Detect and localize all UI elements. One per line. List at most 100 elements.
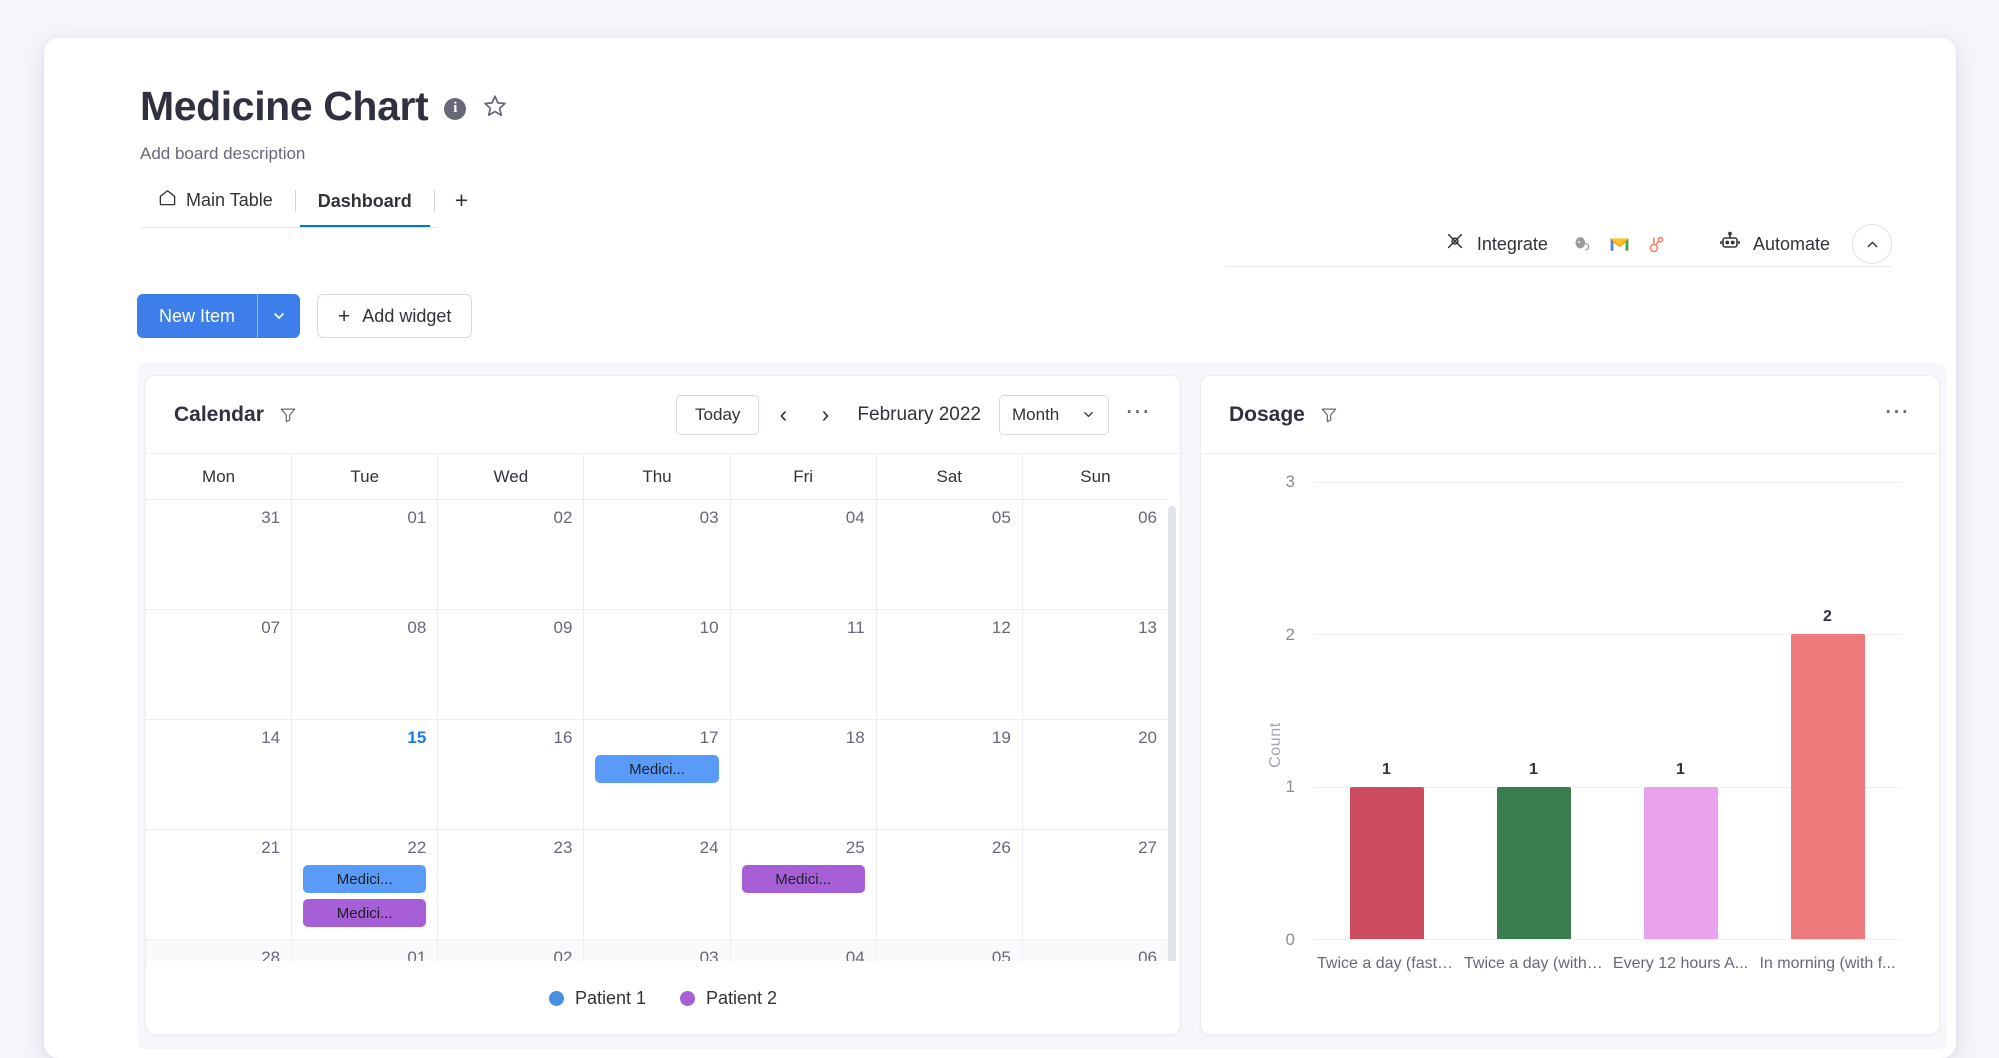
next-month-button[interactable]: › xyxy=(807,397,843,433)
info-icon[interactable]: i xyxy=(444,97,467,120)
chart-bar-column[interactable]: 1 xyxy=(1313,482,1460,939)
calendar-week-row: 14 15 16 17 Medici... 18 19 20 xyxy=(146,720,1168,830)
calendar-day-cell[interactable]: 01 xyxy=(292,500,439,610)
star-icon[interactable] xyxy=(482,93,508,124)
chart-bar-column[interactable]: 1 xyxy=(1460,482,1607,939)
calendar-day-number: 15 xyxy=(407,728,427,747)
tab-dashboard[interactable]: Dashboard xyxy=(299,191,430,228)
calendar-week-row: 21 22 Medici... Medici... 23 24 25 Medici... 26 2… xyxy=(146,830,1168,940)
calendar-day-cell[interactable]: 24 xyxy=(584,830,731,940)
chart-bar[interactable] xyxy=(1790,634,1865,939)
calendar-day-number: 21 xyxy=(261,838,281,857)
calendar-event[interactable]: Medici... xyxy=(303,865,427,893)
calendar-day-cell[interactable]: 21 xyxy=(146,830,293,940)
dosage-widget-menu-button[interactable]: ⋯ xyxy=(1884,398,1911,426)
calendar-day-cell[interactable]: 25 Medici... xyxy=(730,830,877,940)
add-tab-button[interactable]: + xyxy=(439,187,484,228)
chart-bar-column[interactable]: 2 xyxy=(1754,482,1901,939)
hubspot-icon[interactable] xyxy=(1640,227,1674,261)
calendar-event[interactable]: Medici... xyxy=(741,865,865,893)
calendar-day-cell[interactable]: 12 xyxy=(876,610,1023,720)
calendar-day-cell[interactable]: 03 xyxy=(584,500,731,610)
calendar-view-value: Month xyxy=(1012,404,1060,424)
calendar-day-cell[interactable]: 06 xyxy=(1022,500,1168,610)
calendar-day-cell[interactable]: 17 Medici... xyxy=(584,720,731,830)
calendar-day-number: 08 xyxy=(407,618,427,637)
chart-bar[interactable] xyxy=(1496,786,1571,939)
filter-icon[interactable] xyxy=(1319,405,1339,425)
tab-main-table[interactable]: Main Table xyxy=(140,188,291,228)
calendar-day-cell[interactable]: 08 xyxy=(292,610,439,720)
calendar-day-cell[interactable]: 09 xyxy=(438,610,585,720)
board-header: Medicine Chart i Add board description M… xyxy=(44,38,1956,228)
calendar-day-cell[interactable]: 31 xyxy=(146,500,293,610)
calendar-day-cell[interactable]: 02 xyxy=(438,500,585,610)
calendar-event[interactable]: Medici... xyxy=(303,899,427,927)
calendar-scrollbar[interactable] xyxy=(1168,506,1176,966)
new-item-dropdown-button[interactable] xyxy=(258,294,300,338)
calendar-day-cell[interactable]: 10 xyxy=(584,610,731,720)
dosage-widget-header: Dosage ⋯ xyxy=(1201,376,1939,454)
legend-item: Patient 1 xyxy=(548,988,646,1009)
add-widget-button[interactable]: + Add widget xyxy=(317,294,473,338)
dosage-widget-title: Dosage xyxy=(1229,402,1305,426)
calendar-day-number: 13 xyxy=(1138,618,1157,637)
calendar-day-cell[interactable]: 13 xyxy=(1022,610,1168,720)
calendar-day-number: 06 xyxy=(1138,508,1157,527)
calendar-day-number: 12 xyxy=(991,618,1011,637)
calendar-day-cell[interactable]: 23 xyxy=(438,830,585,940)
automate-button[interactable]: Automate xyxy=(1718,230,1830,259)
calendar-day-number: 16 xyxy=(553,728,573,747)
calendar-day-number: 23 xyxy=(553,838,573,857)
calendar-event[interactable]: Medici... xyxy=(595,755,719,783)
weekday-wed: Wed xyxy=(438,454,585,500)
calendar-day-cell[interactable]: 22 Medici... Medici... xyxy=(292,830,439,940)
dosage-widget: Dosage ⋯ Count 0 1 2 3 1 1 1 2 Twice a day (fa… xyxy=(1200,375,1940,1035)
tab-divider xyxy=(433,190,435,212)
calendar-day-number: 04 xyxy=(845,508,865,527)
calendar-day-number: 01 xyxy=(407,508,427,527)
calendar-widget-menu-button[interactable]: ⋯ xyxy=(1125,398,1152,426)
weekday-thu: Thu xyxy=(584,454,731,500)
integrate-button[interactable]: Integrate xyxy=(1444,231,1548,258)
calendar-day-number: 07 xyxy=(261,618,281,637)
calendar-day-cell[interactable]: 04 xyxy=(730,500,877,610)
collapse-header-button[interactable] xyxy=(1852,224,1892,264)
chart-bar-column[interactable]: 1 xyxy=(1607,482,1754,939)
chart-x-tick-label: In morning (with f... xyxy=(1759,955,1896,972)
chart-bar[interactable] xyxy=(1349,786,1424,939)
today-button[interactable]: Today xyxy=(676,394,760,435)
calendar-widget-title: Calendar xyxy=(174,402,264,426)
chart-bar[interactable] xyxy=(1643,786,1718,939)
calendar-day-number: 26 xyxy=(991,838,1011,857)
calendar-day-events: Medici... xyxy=(741,865,865,893)
prev-month-button[interactable]: ‹ xyxy=(765,397,801,433)
tab-bar: Main Table Dashboard + xyxy=(140,176,1956,228)
calendar-view-select[interactable]: Month xyxy=(999,394,1109,435)
header-actions: Integrate Automate xyxy=(1444,224,1892,264)
calendar-day-cell[interactable]: 07 xyxy=(146,610,293,720)
calendar-day-cell[interactable]: 19 xyxy=(876,720,1023,830)
chart-y-tick-label: 0 xyxy=(1285,930,1295,949)
calendar-day-cell[interactable]: 20 xyxy=(1022,720,1168,830)
calendar-day-cell[interactable]: 18 xyxy=(730,720,877,830)
calendar-day-cell[interactable]: 14 xyxy=(146,720,293,830)
new-item-button[interactable]: New Item xyxy=(137,294,257,338)
legend-color-swatch xyxy=(548,990,564,1006)
chart-bars: 1 1 1 2 xyxy=(1313,482,1901,939)
calendar-day-cell[interactable]: 05 xyxy=(876,500,1023,610)
calendar-day-cell[interactable]: 11 xyxy=(730,610,877,720)
calendar-day-cell[interactable]: 26 xyxy=(876,830,1023,940)
calendar-body: Mon Tue Wed Thu Fri Sat Sun 31 01 02 03 04 05… xyxy=(146,454,1180,1034)
filter-icon[interactable] xyxy=(278,405,298,425)
board-description[interactable]: Add board description xyxy=(140,144,1956,164)
integrate-label: Integrate xyxy=(1476,233,1548,254)
gmail-icon[interactable] xyxy=(1603,227,1637,261)
calendar-widget-header: Calendar Today ‹ › February 2022 Month ⋯ xyxy=(146,376,1180,454)
page-title: Medicine Chart xyxy=(140,83,429,129)
mailchimp-icon[interactable] xyxy=(1566,227,1600,261)
chart-bar-value-label: 1 xyxy=(1676,760,1685,778)
calendar-day-cell[interactable]: 27 xyxy=(1022,830,1168,940)
calendar-day-cell[interactable]: 15 xyxy=(292,720,439,830)
calendar-day-cell[interactable]: 16 xyxy=(438,720,585,830)
